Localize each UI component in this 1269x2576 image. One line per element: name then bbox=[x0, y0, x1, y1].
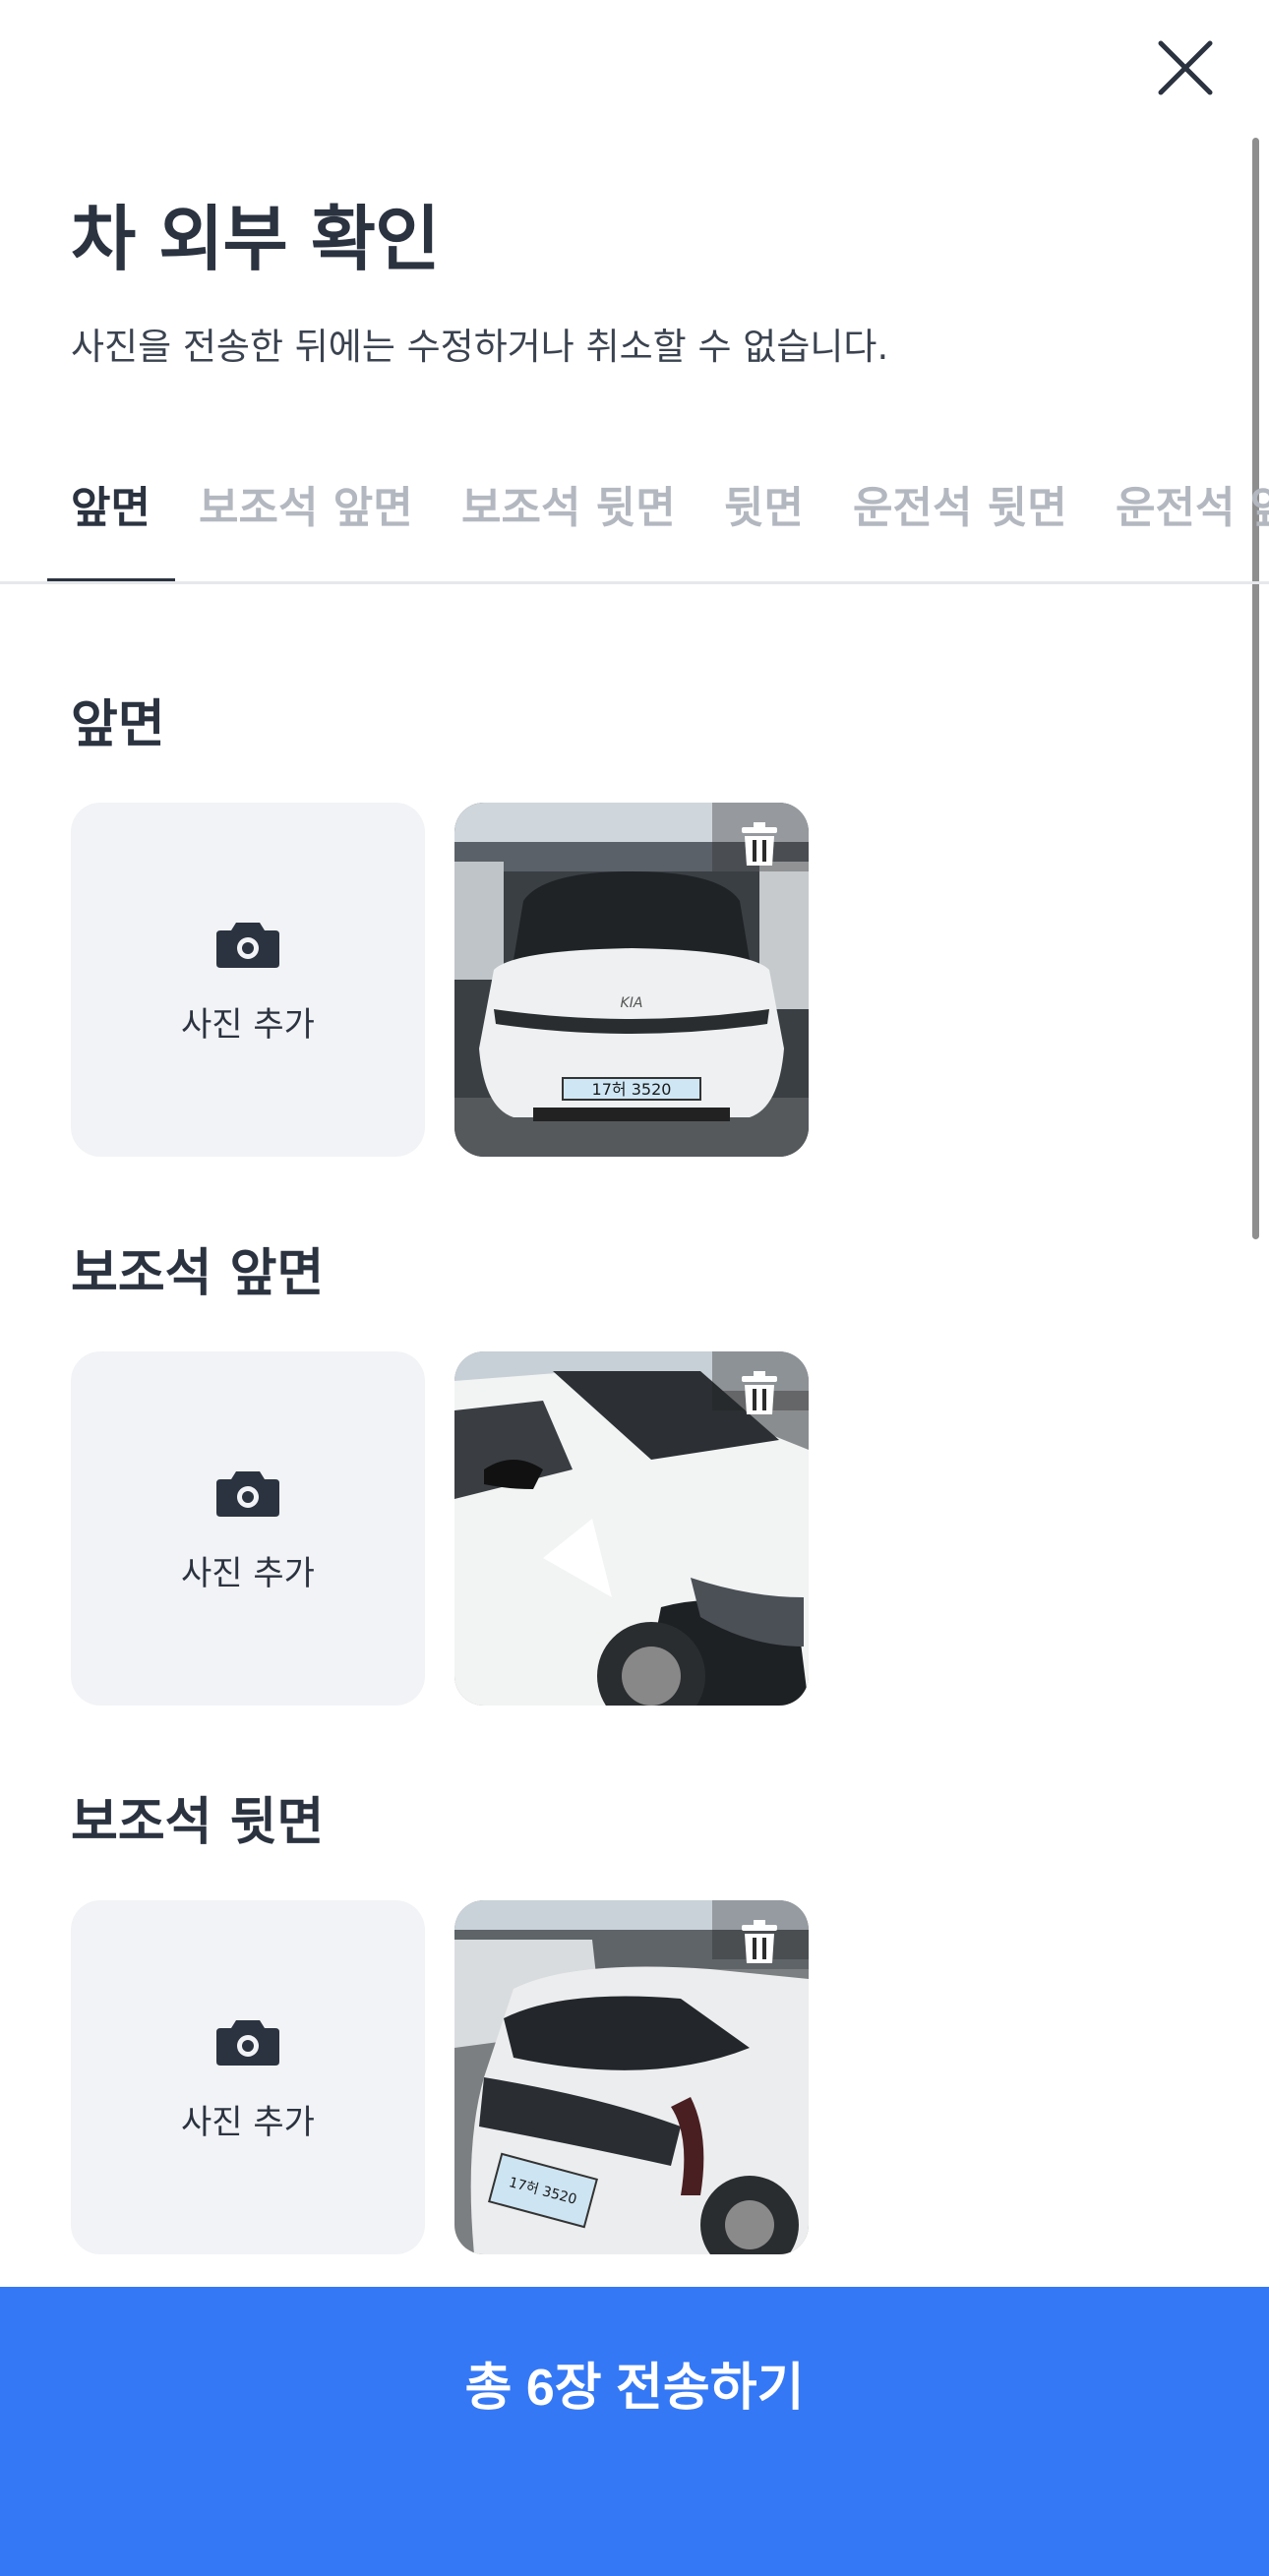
add-photo-label: 사진 추가 bbox=[181, 1005, 315, 1045]
svg-text:KIA: KIA bbox=[621, 995, 643, 1011]
trash-icon[interactable] bbox=[742, 822, 777, 866]
section-title-front: 앞면 bbox=[71, 695, 165, 754]
camera-icon bbox=[216, 1471, 279, 1517]
photo-thumbnail-passenger-rear[interactable]: 17허 3520 bbox=[454, 1900, 809, 2254]
add-photo-button-passenger-front[interactable]: 사진 추가 bbox=[71, 1351, 425, 1706]
photo-thumbnail-passenger-front[interactable] bbox=[454, 1351, 809, 1706]
add-photo-label: 사진 추가 bbox=[181, 2103, 315, 2142]
camera-icon bbox=[216, 2020, 279, 2066]
submit-label: 총 6장 전송하기 bbox=[464, 2360, 805, 2417]
scrollbar[interactable] bbox=[1252, 138, 1259, 1239]
add-photo-button-front[interactable]: 사진 추가 bbox=[71, 803, 425, 1157]
tab-bar: 앞면 보조석 앞면 보조석 뒷면 뒷면 운전석 뒷면 운전석 앞면 bbox=[0, 443, 1269, 584]
tab-front[interactable]: 앞면 bbox=[71, 472, 151, 535]
trash-icon[interactable] bbox=[742, 1920, 777, 1963]
photo-thumbnail-front[interactable]: 17허 3520 KIA bbox=[454, 803, 809, 1157]
camera-icon bbox=[216, 923, 279, 968]
section-title-passenger-rear: 보조석 뒷면 bbox=[71, 1793, 325, 1852]
section-title-passenger-front: 보조석 앞면 bbox=[71, 1244, 325, 1303]
close-button[interactable] bbox=[1153, 35, 1218, 100]
submit-photos-button[interactable]: 총 6장 전송하기 bbox=[0, 2287, 1269, 2576]
tab-driver-rear[interactable]: 운전석 뒷면 bbox=[853, 472, 1067, 535]
active-tab-indicator bbox=[47, 578, 175, 581]
tab-passenger-rear[interactable]: 보조석 뒷면 bbox=[461, 472, 676, 535]
close-icon bbox=[1158, 40, 1213, 95]
add-photo-label: 사진 추가 bbox=[181, 1554, 315, 1593]
add-photo-button-passenger-rear[interactable]: 사진 추가 bbox=[71, 1900, 425, 2254]
page-subtitle: 사진을 전송한 뒤에는 수정하거나 취소할 수 없습니다. bbox=[71, 326, 889, 368]
license-plate-text: 17허 3520 bbox=[592, 1080, 672, 1099]
trash-icon[interactable] bbox=[742, 1371, 777, 1414]
tab-rear[interactable]: 뒷면 bbox=[724, 472, 804, 535]
tab-passenger-front[interactable]: 보조석 앞면 bbox=[199, 472, 413, 535]
page-title: 차 외부 확인 bbox=[71, 198, 440, 280]
tab-driver-front[interactable]: 운전석 앞면 bbox=[1116, 472, 1269, 535]
